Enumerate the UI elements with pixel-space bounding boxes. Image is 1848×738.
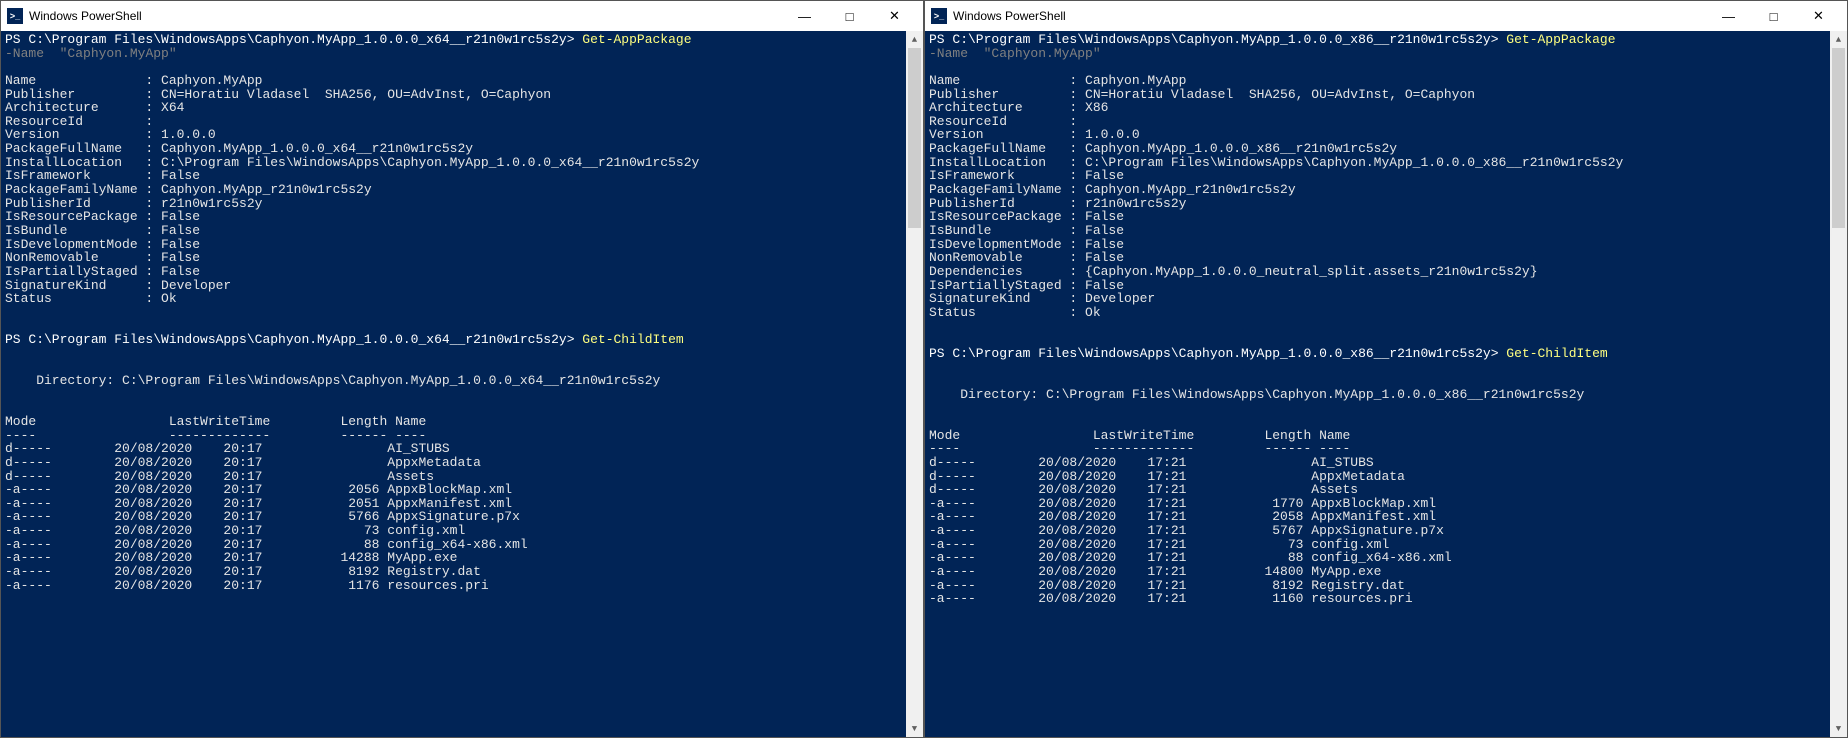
maximize-button[interactable]: □ [1751,1,1796,31]
powershell-window-right: >_ Windows PowerShell ― □ ✕ PS C:\Progra… [924,0,1848,738]
scroll-up-button[interactable]: ▲ [1830,31,1847,48]
window-title: Windows PowerShell [953,9,1706,23]
window-title: Windows PowerShell [29,9,782,23]
scroll-thumb[interactable] [908,48,921,228]
close-button[interactable]: ✕ [1796,1,1841,31]
scrollbar[interactable]: ▲ ▼ [1830,31,1847,737]
maximize-button[interactable]: □ [827,1,872,31]
scroll-up-button[interactable]: ▲ [906,31,923,48]
close-button[interactable]: ✕ [872,1,917,31]
powershell-icon: >_ [7,8,23,24]
powershell-window-left: >_ Windows PowerShell ― □ ✕ PS C:\Progra… [0,0,924,738]
powershell-icon: >_ [931,8,947,24]
scrollbar[interactable]: ▲ ▼ [906,31,923,737]
console-output[interactable]: PS C:\Program Files\WindowsApps\Caphyon.… [1,31,906,737]
minimize-button[interactable]: ― [1706,1,1751,31]
titlebar[interactable]: >_ Windows PowerShell ― □ ✕ [925,1,1847,31]
scroll-down-button[interactable]: ▼ [906,720,923,737]
console-output[interactable]: PS C:\Program Files\WindowsApps\Caphyon.… [925,31,1830,737]
titlebar[interactable]: >_ Windows PowerShell ― □ ✕ [1,1,923,31]
scroll-thumb[interactable] [1832,48,1845,228]
minimize-button[interactable]: ― [782,1,827,31]
scroll-down-button[interactable]: ▼ [1830,720,1847,737]
